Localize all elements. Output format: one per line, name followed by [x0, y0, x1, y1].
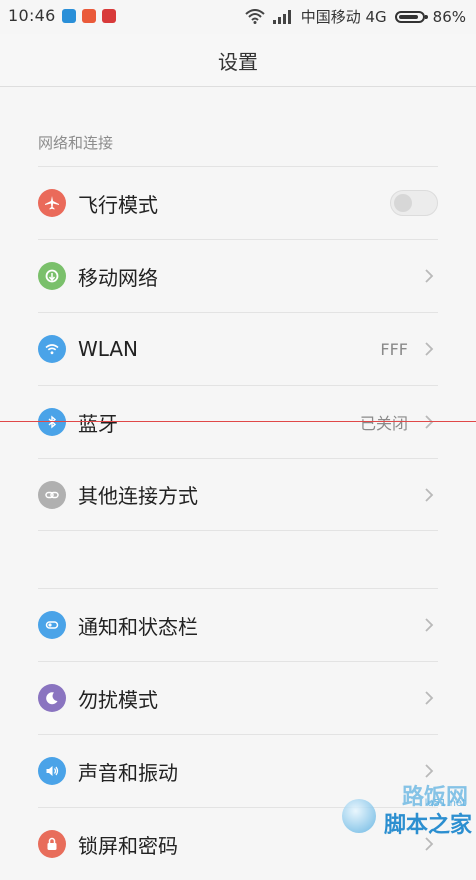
row-label: 锁屏和密码 — [78, 833, 178, 858]
chevron-right-icon — [425, 269, 434, 283]
notification-icon — [38, 611, 66, 639]
status-right: 中国移动 4G 86% — [245, 6, 466, 27]
chevron-right-icon — [425, 618, 434, 632]
airplane-icon — [38, 189, 66, 217]
weibo-notification-icon — [81, 8, 96, 23]
settings-row-other-connections[interactable]: 其他连接方式 — [38, 458, 438, 531]
settings-row-airplane-mode[interactable]: 飞行模式 — [38, 166, 438, 239]
row-label: 飞行模式 — [78, 192, 158, 217]
section-label-network: 网络和连接 — [38, 134, 114, 152]
bluetooth-icon — [38, 408, 66, 436]
settings-row-wlan[interactable]: WLAN FFF — [38, 312, 438, 385]
annotation-line — [0, 421, 476, 422]
carrier-label: 中国移动 4G — [300, 8, 387, 26]
settings-row-do-not-disturb[interactable]: 勿扰模式 — [38, 661, 438, 734]
title-bar: 设置 — [0, 34, 476, 87]
watermark-bottom-text: 脚本之家 — [383, 813, 472, 838]
row-label: 声音和振动 — [78, 760, 178, 785]
row-label: 通知和状态栏 — [78, 614, 198, 639]
watermark-logo: 路饭网 lu51.net 脚本之家 — [326, 771, 476, 841]
lock-icon — [38, 830, 66, 858]
app-notification-icon — [61, 8, 76, 23]
airplane-mode-toggle[interactable] — [390, 190, 438, 216]
chevron-right-icon — [425, 342, 434, 356]
row-label: WLAN — [78, 337, 139, 361]
toggle-knob — [394, 194, 412, 212]
chevron-right-icon — [425, 487, 434, 502]
battery-icon — [394, 10, 428, 23]
status-bar: 10:46 中国移动 4G 86% — [0, 0, 476, 34]
battery-percent: 86% — [432, 7, 466, 26]
network-settings-list: 飞行模式 移动网络 WLAN FFF 蓝牙 已关闭 其他连接方式 — [38, 166, 438, 531]
settings-row-mobile-network[interactable]: 移动网络 — [38, 239, 438, 312]
row-value: FFF — [380, 339, 408, 359]
wifi-status-icon — [245, 9, 265, 24]
row-label: 移动网络 — [78, 265, 158, 290]
speaker-icon — [38, 757, 66, 785]
chevron-right-icon — [425, 691, 434, 705]
wifi-icon — [38, 335, 66, 363]
page-title: 设置 — [218, 49, 258, 74]
signal-icon — [272, 9, 291, 24]
row-label: 勿扰模式 — [78, 687, 158, 712]
battery-fill — [398, 14, 418, 19]
link-icon — [38, 480, 66, 509]
row-value: 已关闭 — [359, 414, 408, 433]
status-left: 10:46 — [8, 6, 116, 25]
mobile-network-icon — [38, 262, 66, 290]
row-label: 蓝牙 — [78, 411, 118, 436]
watermark-bubble — [342, 799, 376, 833]
row-label: 其他连接方式 — [78, 484, 198, 508]
settings-row-notifications[interactable]: 通知和状态栏 — [38, 588, 438, 661]
battery-tip — [424, 14, 428, 19]
browser-notification-icon — [101, 8, 116, 23]
moon-icon — [38, 684, 66, 712]
status-time: 10:46 — [8, 6, 56, 25]
chevron-right-icon — [425, 415, 434, 429]
